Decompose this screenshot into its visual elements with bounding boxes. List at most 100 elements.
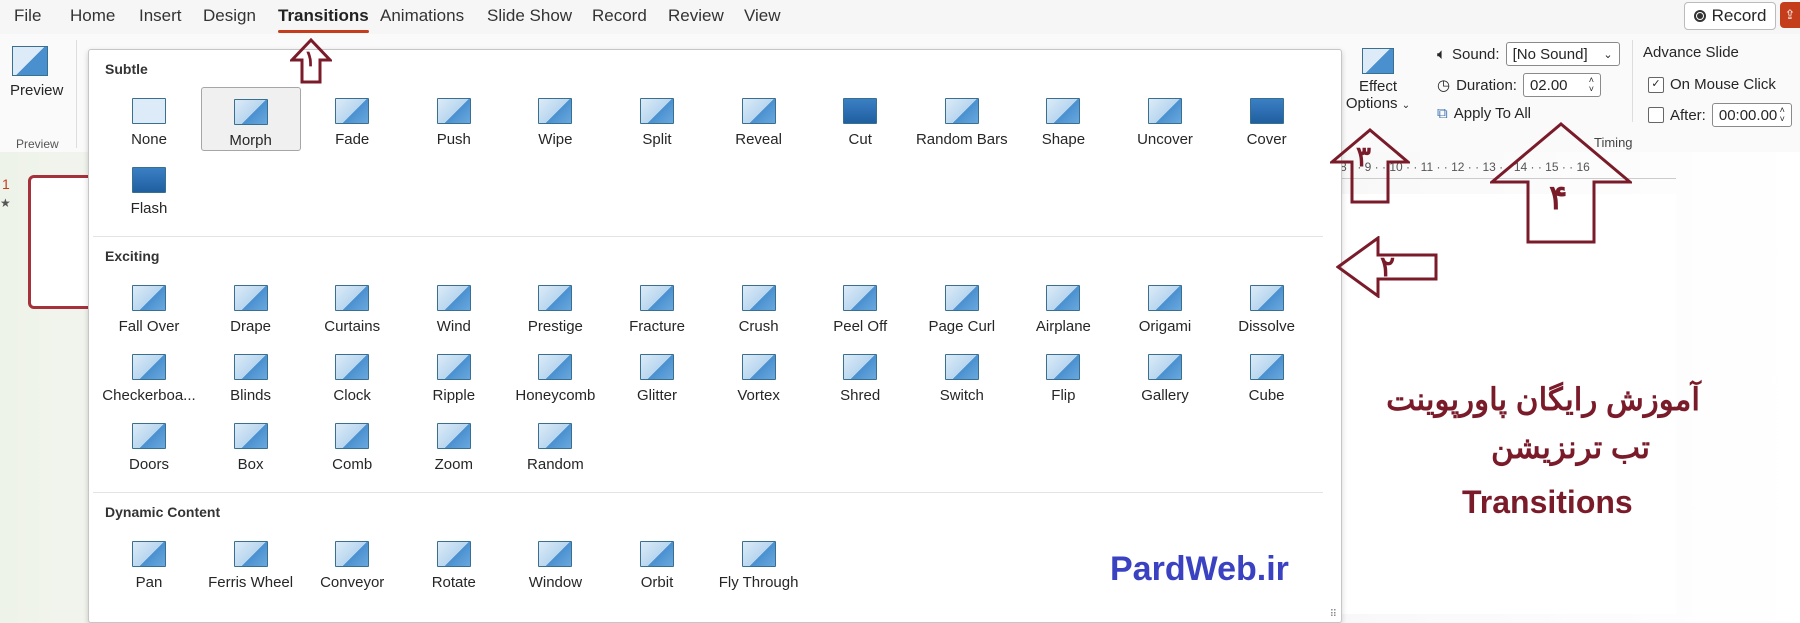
transition-flash[interactable]: Flash: [99, 156, 199, 220]
peel-off-transition-icon: [843, 285, 878, 311]
advance-slide-title: Advance Slide: [1643, 44, 1739, 61]
transition-zoom[interactable]: Zoom: [404, 412, 504, 476]
push-transition-icon: [436, 98, 471, 124]
apply-to-all-button[interactable]: ⧉ Apply To All: [1437, 105, 1531, 122]
after-spinner[interactable]: 00:00.00 ˄ ˅: [1711, 103, 1792, 127]
tab-insert[interactable]: Insert: [139, 6, 182, 26]
transition-box[interactable]: Box: [201, 412, 301, 476]
effect-options-button[interactable]: Effect Options ⌄: [1344, 48, 1412, 128]
transition-label: Blinds: [230, 387, 272, 404]
transition-label: Window: [528, 574, 583, 591]
transition-honeycomb[interactable]: Honeycomb: [505, 343, 605, 407]
preview-button[interactable]: Preview: [10, 82, 63, 99]
transition-morph[interactable]: Morph: [200, 87, 301, 151]
duration-spinner[interactable]: 02.00 ˄ ˅: [1522, 73, 1601, 97]
transition-label: Vortex: [737, 387, 780, 404]
transition-fly-through[interactable]: Fly Through: [709, 530, 809, 594]
transition-uncover[interactable]: Uncover: [1115, 87, 1215, 151]
tab-animations[interactable]: Animations: [380, 6, 464, 26]
transition-checkerboa[interactable]: Checkerboa...: [99, 343, 199, 407]
fade-transition-icon: [335, 98, 370, 124]
transition-label: Cover: [1246, 131, 1287, 148]
transition-pan[interactable]: Pan: [99, 530, 199, 594]
on-mouse-click-checkbox[interactable]: ✓ On Mouse Click: [1648, 76, 1776, 93]
after-checkbox[interactable]: [1648, 107, 1664, 123]
transition-prestige[interactable]: Prestige: [505, 274, 605, 338]
transition-wind[interactable]: Wind: [404, 274, 504, 338]
transition-blinds[interactable]: Blinds: [201, 343, 301, 407]
effect-options-label-1: Effect: [1358, 78, 1398, 95]
apply-all-icon: ⧉: [1437, 105, 1448, 122]
transition-label: Cube: [1248, 387, 1285, 404]
airplane-transition-icon: [1046, 285, 1081, 311]
transition-fall-over[interactable]: Fall Over: [99, 274, 199, 338]
crush-transition-icon: [741, 285, 776, 311]
tab-review[interactable]: Review: [668, 6, 724, 26]
transition-page-curl[interactable]: Page Curl: [912, 274, 1012, 338]
transition-push[interactable]: Push: [404, 87, 504, 151]
transition-random-bars[interactable]: Random Bars: [912, 87, 1012, 151]
transition-flip[interactable]: Flip: [1013, 343, 1113, 407]
transition-cube[interactable]: Cube: [1217, 343, 1317, 407]
transition-drape[interactable]: Drape: [201, 274, 301, 338]
transition-none[interactable]: None: [99, 87, 199, 151]
tab-record[interactable]: Record: [592, 6, 647, 26]
tab-file[interactable]: File: [14, 6, 41, 26]
transition-gallery: Subtle None Morph Fade Push Wipe Split Reveal C…: [88, 49, 1342, 623]
preview-icon[interactable]: [12, 46, 48, 76]
transition-shape[interactable]: Shape: [1013, 87, 1113, 151]
tab-slide-show[interactable]: Slide Show: [487, 6, 572, 26]
transition-wipe[interactable]: Wipe: [505, 87, 605, 151]
transition-dissolve[interactable]: Dissolve: [1217, 274, 1317, 338]
transition-reveal[interactable]: Reveal: [709, 87, 809, 151]
rotate-transition-icon: [436, 541, 471, 567]
transition-gallery[interactable]: Gallery: [1115, 343, 1215, 407]
transition-switch[interactable]: Switch: [912, 343, 1012, 407]
transition-curtains[interactable]: Curtains: [302, 274, 402, 338]
record-button[interactable]: Record: [1684, 2, 1776, 30]
slide-thumbnail[interactable]: [28, 175, 94, 309]
transition-label: Random Bars: [915, 131, 1008, 148]
transition-fracture[interactable]: Fracture: [607, 274, 707, 338]
transition-rotate[interactable]: Rotate: [404, 530, 504, 594]
share-icon[interactable]: ⇪: [1780, 2, 1800, 28]
transition-label: Rotate: [431, 574, 476, 591]
transition-doors[interactable]: Doors: [99, 412, 199, 476]
sound-row: 🔈︎ Sound: [No Sound] ⌄: [1437, 42, 1620, 66]
transition-shred[interactable]: Shred: [810, 343, 910, 407]
transition-conveyor[interactable]: Conveyor: [302, 530, 402, 594]
transition-crush[interactable]: Crush: [709, 274, 809, 338]
transition-random[interactable]: Random: [505, 412, 605, 476]
transition-ferris-wheel[interactable]: Ferris Wheel: [201, 530, 301, 594]
resize-grip-icon[interactable]: ⠿: [1330, 609, 1337, 620]
transition-comb[interactable]: Comb: [302, 412, 402, 476]
transition-cover[interactable]: Cover: [1217, 87, 1317, 151]
page-curl-transition-icon: [944, 285, 979, 311]
transition-airplane[interactable]: Airplane: [1013, 274, 1113, 338]
box-transition-icon: [233, 423, 268, 449]
transition-orbit[interactable]: Orbit: [607, 530, 707, 594]
transition-clock[interactable]: Clock: [302, 343, 402, 407]
transition-vortex[interactable]: Vortex: [709, 343, 809, 407]
morph-transition-icon: [233, 99, 268, 125]
transition-split[interactable]: Split: [607, 87, 707, 151]
transition-window[interactable]: Window: [505, 530, 605, 594]
transition-cut[interactable]: Cut: [810, 87, 910, 151]
transition-label: Fly Through: [718, 574, 799, 591]
transition-label: Conveyor: [320, 574, 385, 591]
random-bars-transition-icon: [944, 98, 979, 124]
tab-transitions[interactable]: Transitions: [278, 6, 369, 33]
transition-ripple[interactable]: Ripple: [404, 343, 504, 407]
preview-group-label: Preview: [16, 137, 59, 151]
tab-view[interactable]: View: [744, 6, 781, 26]
tab-design[interactable]: Design: [203, 6, 256, 26]
transition-label: Cut: [848, 131, 872, 148]
transition-glitter[interactable]: Glitter: [607, 343, 707, 407]
sound-dropdown[interactable]: [No Sound] ⌄: [1505, 42, 1620, 66]
tab-home[interactable]: Home: [70, 6, 115, 26]
transition-label: Fall Over: [118, 318, 180, 335]
transition-peel-off[interactable]: Peel Off: [810, 274, 910, 338]
transition-fade[interactable]: Fade: [302, 87, 402, 151]
transition-origami[interactable]: Origami: [1115, 274, 1215, 338]
transition-label: Push: [436, 131, 471, 148]
